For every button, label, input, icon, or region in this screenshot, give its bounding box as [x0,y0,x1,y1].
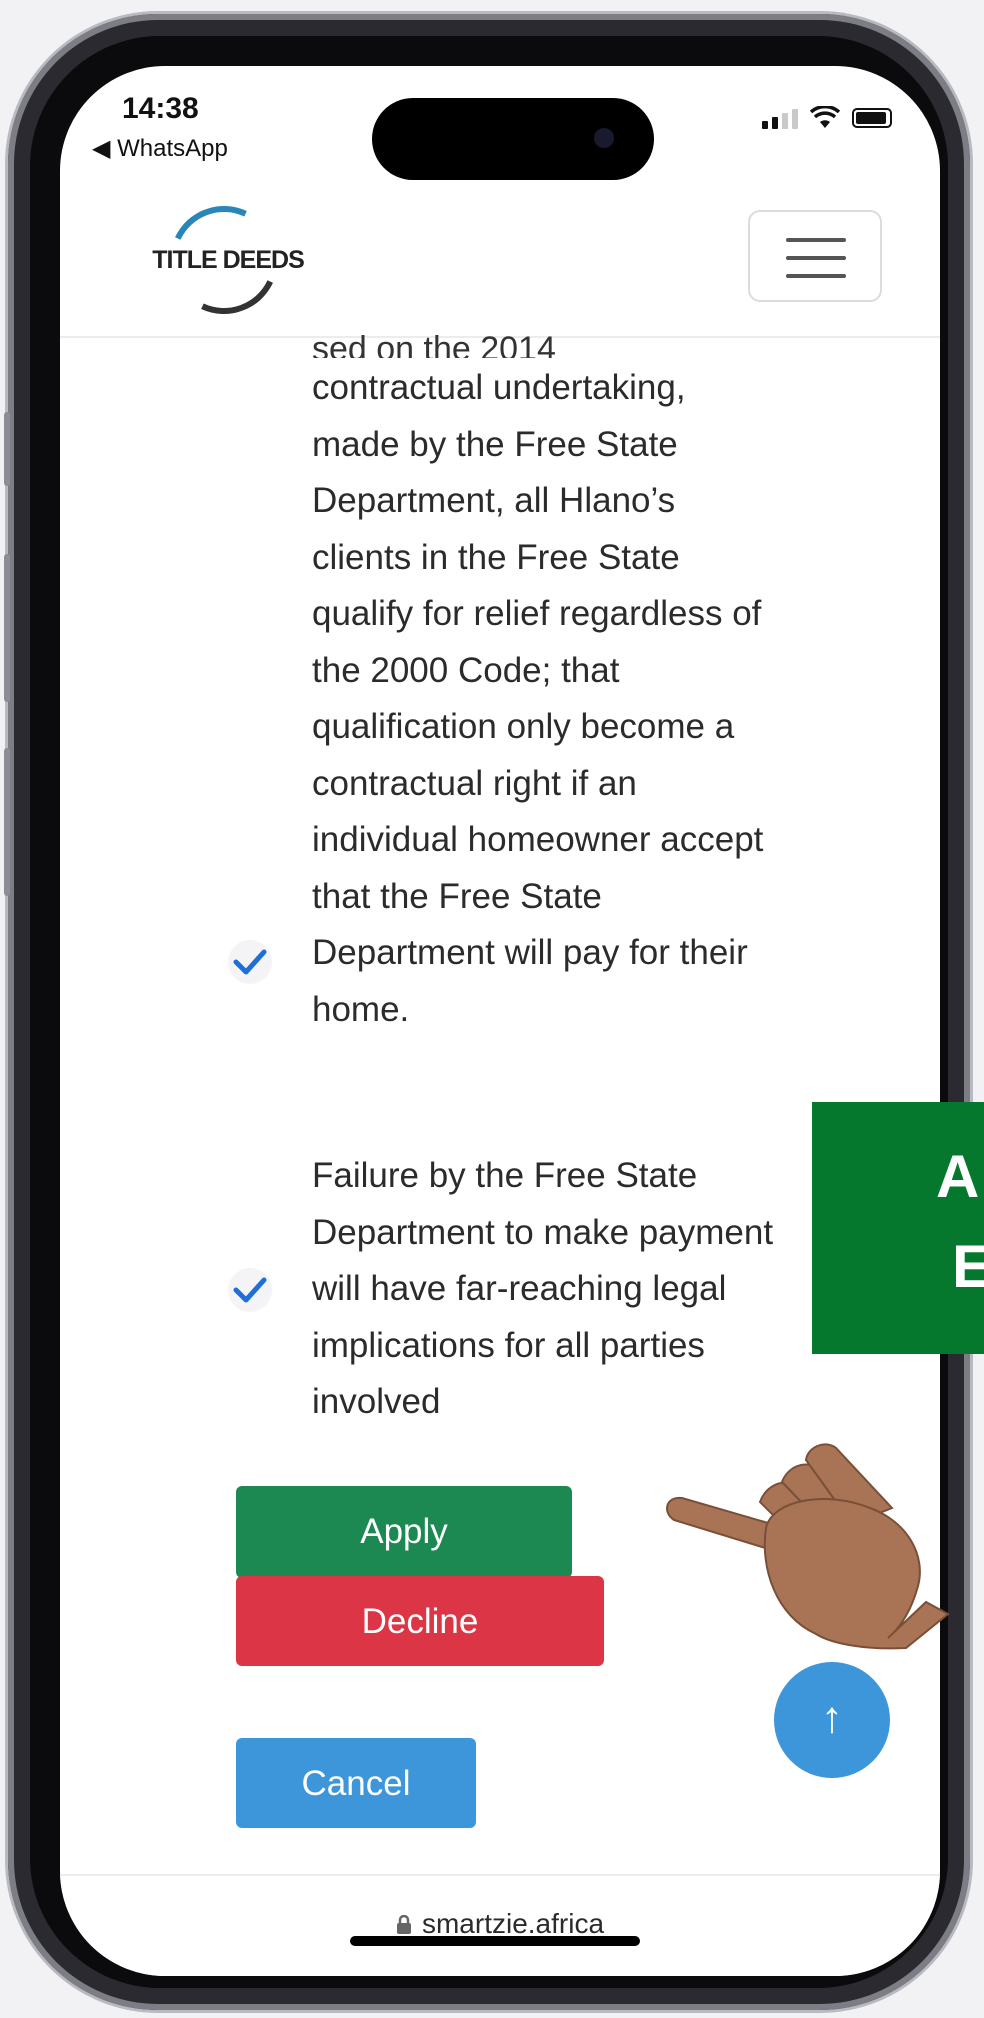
clipped-text-line: sed on the 2014 [312,330,556,358]
url-label: smartzie.africa [421,1908,605,1939]
side-button-action [4,412,10,486]
browser-url-bar[interactable]: smartzie.africa [60,1874,940,1976]
logo-text: TITLE DEEDS [152,246,305,274]
wifi-icon [810,106,840,128]
back-to-app-link[interactable]: ◀ WhatsApp [92,134,228,163]
menu-line-icon [786,256,846,260]
dynamic-island [372,98,654,180]
home-indicator[interactable] [350,1936,640,1946]
phone-screen: 14:38 ◀ WhatsApp TITLE DEEDS sed on the … [60,66,940,1976]
lock-icon [396,1914,411,1934]
side-button-volume-down [4,748,10,896]
status-icons [762,106,892,130]
site-header: TITLE DEEDS [60,186,940,338]
phone-frame: 14:38 ◀ WhatsApp TITLE DEEDS sed on the … [4,14,970,2010]
promo-line-1: A [936,1143,980,1210]
cancel-button[interactable]: Cancel [236,1738,476,1828]
checkmark-icon [228,1268,272,1312]
side-button-volume-up [4,554,10,702]
battery-icon [852,108,892,128]
pointing-hand-icon [666,1443,950,1650]
status-time: 14:38 [122,92,199,125]
signal-icon [762,107,798,129]
hamburger-menu-button[interactable] [748,210,882,302]
promo-banner: A E [812,1102,984,1354]
menu-line-icon [786,274,846,278]
decline-button[interactable]: Decline [236,1576,604,1666]
list-item-text: Failure by the Free State Department to … [312,1156,774,1421]
apply-button[interactable]: Apply [236,1486,572,1578]
list-item-text: contractual undertaking, made by the Fre… [312,368,764,1029]
camera-icon [594,128,614,148]
scroll-to-top-button[interactable]: ↑ [774,1662,890,1778]
menu-line-icon [786,238,846,242]
promo-line-2: E [952,1233,984,1300]
title-deeds-logo[interactable]: TITLE DEEDS [148,190,308,330]
checkmark-icon [228,940,272,984]
